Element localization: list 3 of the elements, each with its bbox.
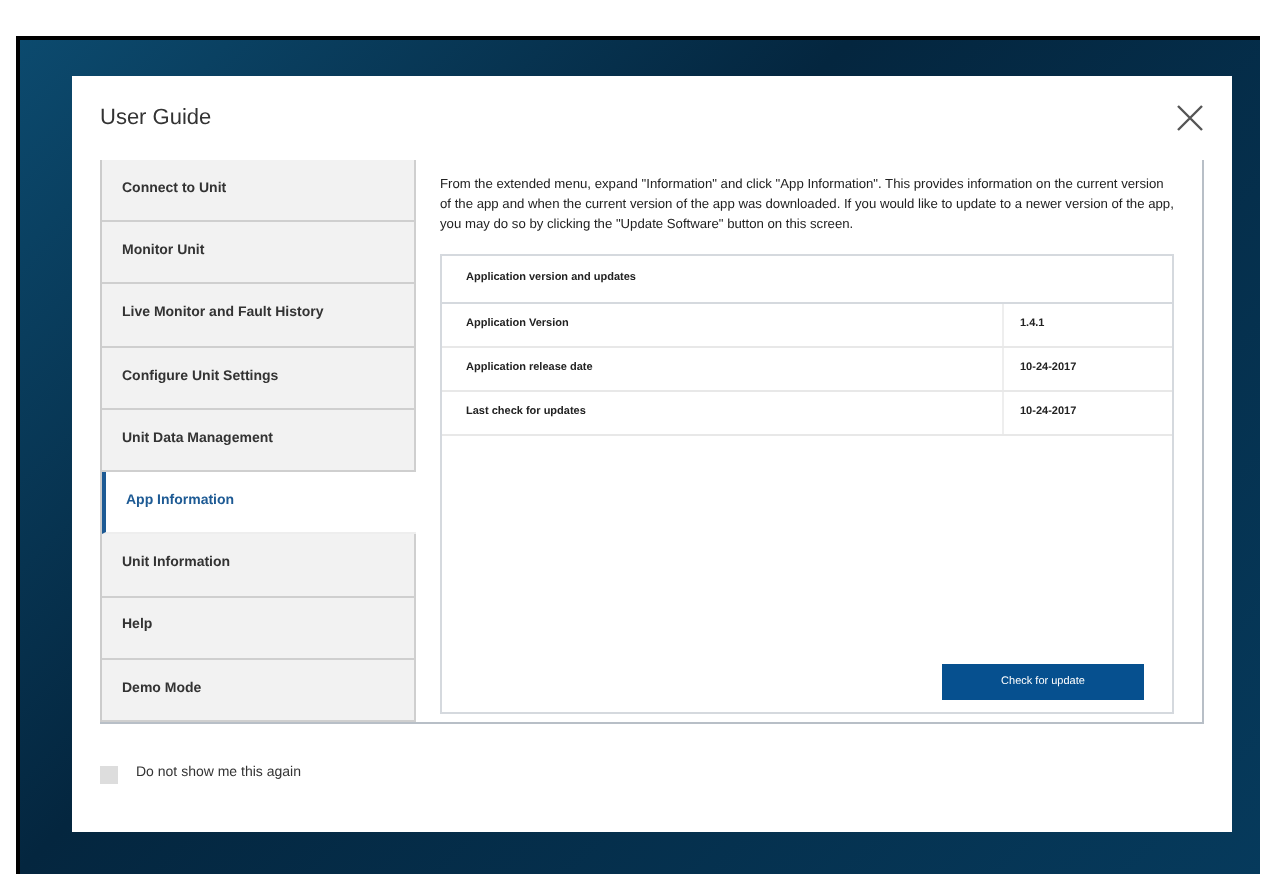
close-icon[interactable] bbox=[1176, 104, 1204, 132]
dialog-title: User Guide bbox=[100, 103, 212, 134]
checkbox[interactable] bbox=[100, 765, 118, 784]
